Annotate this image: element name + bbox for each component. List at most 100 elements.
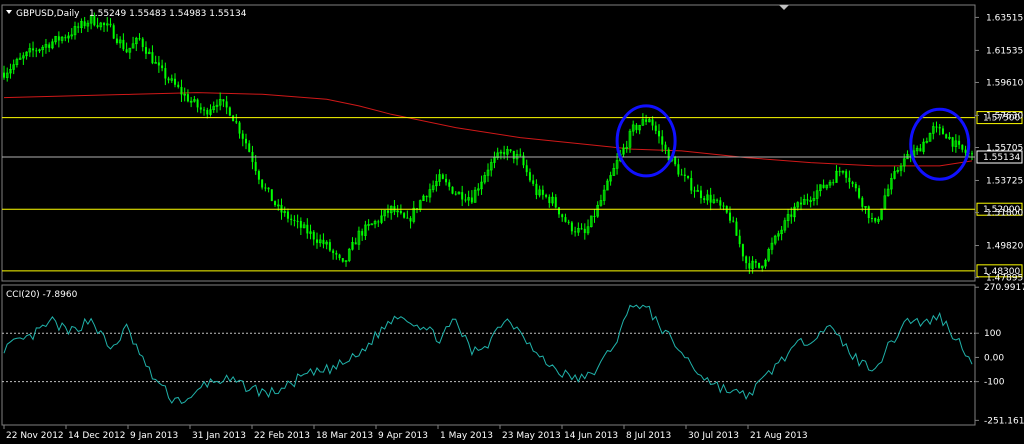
candle-body-bear [267,187,270,190]
candle-body-bear [257,171,260,180]
time-label: 1 May 2013 [440,431,493,441]
candle-body-bear [338,254,341,259]
candle-body-bear [335,252,338,255]
candle-body-bear [3,72,5,78]
candle-body-bear [238,122,241,134]
candle-body-bear [729,212,731,221]
candle-body-bear [745,256,748,264]
candle-body-bear [122,39,125,50]
price-tick-label: 1.59610 [986,78,1023,88]
candle-body-bear [541,189,544,195]
candle-body-bear [564,217,567,222]
candle-body-bear [716,199,719,201]
ohlc-readout: 1.55249 1.55483 1.54983 1.55134 [89,9,247,19]
candle-body-bear [961,144,964,150]
price-tick-label: 1.47895 [986,274,1023,284]
candle-body-bear [680,174,683,176]
candle-body-bear [935,126,938,128]
candle-body-bear [738,235,741,245]
cci-tick-label: -100 [984,378,1005,388]
candle-body-bear [470,197,473,203]
candle-body-bear [683,174,686,176]
candle-body-bear [322,239,325,245]
candle-body-bear [222,99,225,102]
candle-body-bear [235,121,238,123]
candle-body-bear [141,38,144,48]
candle-body-bear [299,221,302,228]
candle-body-bear [293,219,296,221]
candle-body-bear [109,23,112,26]
price-tick-label: 1.55705 [986,143,1023,153]
time-label: 14 Jun 2013 [564,431,618,441]
candle-body-bear [870,218,873,220]
candle-body-bear [290,218,293,220]
candle-body-bear [687,175,690,179]
candle-body-bear [919,148,922,152]
candle-body-bear [561,214,564,218]
candle-body-bear [580,228,583,230]
candle-body-bear [677,164,680,175]
candle-body-bear [103,22,106,26]
candle-body-bear [509,149,512,151]
candle-body-bear [667,149,670,161]
candle-body-bear [851,182,854,184]
candle-body-bear [754,261,757,263]
candle-body-bear [186,94,189,102]
candle-body-bear [157,62,160,66]
time-label: 9 Apr 2013 [378,431,428,441]
candle-body-bear [519,154,522,156]
candle-body-bear [138,38,141,40]
candle-body-bear [799,202,802,205]
current-price-label: 1.55134 [983,153,1020,163]
candle-body-bear [557,207,560,215]
candle-body-bear [286,211,289,219]
candle-body-bear [703,198,706,201]
time-label: 18 Mar 2013 [316,431,373,441]
candle-body-bear [248,143,251,152]
candle-body-bear [945,134,948,139]
candle-body-bear [567,221,570,223]
candle-body-bear [315,239,318,243]
candle-body-bear [445,178,448,183]
candle-body-bear [264,187,267,189]
candle-body-bear [719,200,722,206]
time-label: 23 May 2013 [502,431,561,441]
candle-body-bear [164,68,167,79]
price-tick-label: 1.63515 [986,13,1023,23]
candle-body-bear [403,213,406,218]
candle-body-bear [461,192,464,200]
candle-body-bear [112,25,115,39]
candle-body-bear [151,52,154,64]
candle-body-bear [451,186,454,194]
candle-body-bear [306,224,309,234]
candle-body-bear [312,231,315,240]
price-tick-label: 1.61535 [986,46,1023,56]
candle-body-bear [454,193,457,195]
candle-body-bear [177,84,180,88]
candle-body-bear [441,174,444,179]
candle-body-bear [167,78,170,81]
candle-body-bear [232,115,235,122]
candle-body-bear [174,78,177,85]
candle-body-bear [699,190,702,199]
candle-body-bear [399,210,402,214]
candle-body-bear [861,197,864,207]
candle-body-bear [806,199,809,201]
candle-body-bear [341,258,344,262]
candle-body-bear [674,157,677,165]
candle-body-bear [854,183,857,189]
candle-body-bear [196,99,199,108]
candle-body-bear [964,149,967,153]
candle-body-bear [848,177,851,183]
candle-body-bear [570,222,573,232]
candle-body-bear [64,37,67,39]
price-tick-label: 1.49820 [986,242,1023,252]
chart-canvas: 1.575001.520001.483001.55134 1.635151.61… [0,0,1024,444]
candle-body-bear [261,179,264,188]
symbol-title: GBPUSD,Daily [16,9,80,19]
candle-body-bear [203,109,206,111]
candle-body-bear [709,194,712,203]
cci-title: CCI(20) -7.8960 [6,290,78,300]
candle-body-bear [180,87,183,95]
candle-body-bear [77,26,80,28]
